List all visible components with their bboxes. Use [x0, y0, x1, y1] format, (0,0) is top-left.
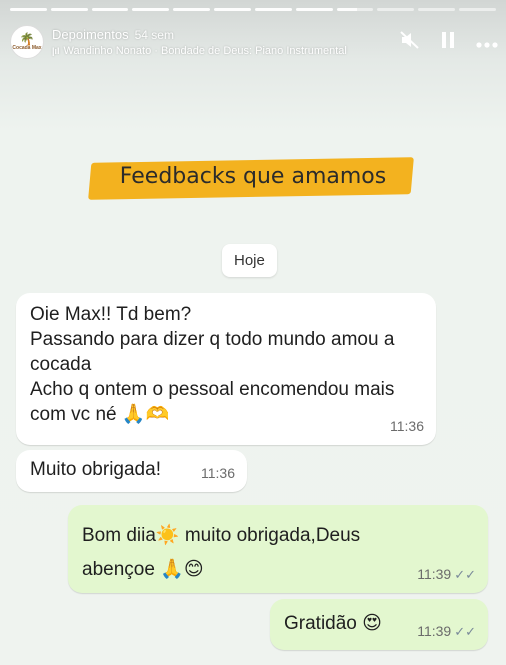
pause-icon[interactable]	[438, 31, 458, 54]
avatar-brand-text: Cocada Max	[12, 45, 42, 51]
read-receipt-icon: ✓✓	[454, 567, 476, 582]
message-text: Muito obrigada!	[30, 459, 161, 480]
message-line: Oie Max!! Td bem?	[30, 304, 192, 325]
progress-segment	[132, 8, 170, 11]
palm-tree-icon: 🌴	[19, 32, 35, 46]
music-icon: |ıl	[52, 46, 60, 56]
progress-segment	[91, 8, 129, 11]
message-time: 11:36	[390, 418, 424, 434]
progress-segment	[214, 8, 251, 11]
progress-segment	[295, 8, 333, 11]
message-line: Passando para dizer q todo mundo amou a …	[30, 329, 395, 375]
message-text: Gratidão 😍	[284, 613, 382, 634]
message-time: 11:39	[417, 566, 452, 582]
outgoing-message[interactable]: Gratidão 😍 11:39 ✓✓	[270, 599, 488, 650]
story-header: 🌴 Cocada Max Depoimentos 54 sem |ıl Wand…	[10, 20, 498, 64]
progress-segment	[254, 8, 292, 11]
account-name[interactable]: Depoimentos	[52, 27, 129, 42]
music-title: Wandinho Nonato · Bondade de Deus: Piano…	[63, 45, 347, 57]
message-time: 11:39	[417, 623, 452, 639]
progress-segment	[50, 8, 88, 11]
feedback-banner: Feedbacks que amamos	[100, 156, 406, 199]
read-receipt-icon: ✓✓	[454, 624, 476, 639]
banner-wrapper: Feedbacks que amamos	[0, 156, 506, 199]
incoming-message[interactable]: Muito obrigada! 11:36	[16, 450, 247, 492]
story-meta: Depoimentos 54 sem |ıl Wandinho Nonato ·…	[52, 27, 347, 57]
progress-segment	[10, 8, 47, 11]
progress-segment	[336, 8, 374, 11]
progress-segment	[418, 8, 456, 11]
message-time: 11:36	[201, 465, 235, 481]
date-separator: Hoje	[222, 244, 277, 277]
progress-segment	[459, 8, 496, 11]
speaker-muted-icon[interactable]	[400, 30, 420, 54]
message-meta: 11:39 ✓✓	[417, 562, 476, 587]
progress-segment	[377, 8, 415, 11]
message-line: Acho q ontem o pessoal encomendou mais c…	[30, 379, 395, 425]
message-text: Bom diia☀️ muito obrigada,Deus abençoe 🙏…	[82, 525, 361, 580]
more-options-icon[interactable]	[476, 32, 498, 53]
message-meta: 11:39 ✓✓	[417, 619, 476, 644]
avatar[interactable]: 🌴 Cocada Max	[10, 25, 44, 59]
story-controls	[400, 30, 498, 54]
progress-segment	[173, 8, 211, 11]
story-time: 54 sem	[134, 28, 174, 42]
story-progress-bar	[10, 8, 496, 11]
outgoing-message[interactable]: Bom diia☀️ muito obrigada,Deus abençoe 🙏…	[68, 505, 488, 593]
music-info[interactable]: |ıl Wandinho Nonato · Bondade de Deus: P…	[52, 45, 347, 57]
incoming-message[interactable]: Oie Max!! Td bem? Passando para dizer q …	[16, 293, 436, 445]
message-text: Oie Max!! Td bem? Passando para dizer q …	[30, 302, 425, 427]
